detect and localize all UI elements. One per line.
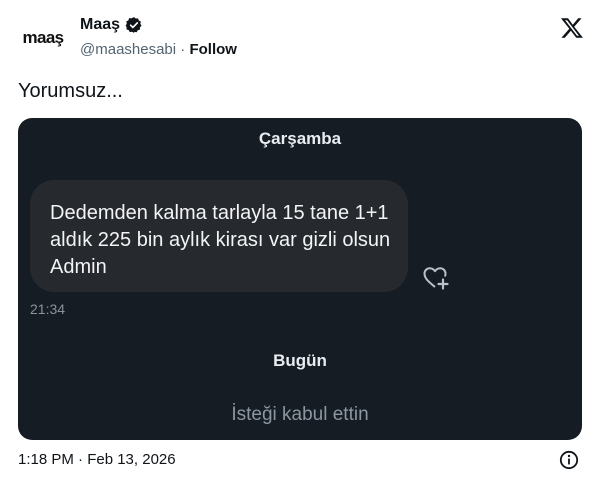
request-accepted-status: İsteği kabul ettin	[231, 404, 369, 425]
heart-plus-icon	[423, 267, 449, 290]
author-name-row: Maaş	[80, 16, 143, 34]
verified-badge-icon	[125, 17, 142, 33]
message-bubble: Dedemden kalma tarlayla 15 tane 1+1 aldı…	[30, 180, 408, 292]
message-text: Dedemden kalma tarlayla 15 tane 1+1 aldı…	[50, 202, 391, 278]
x-logo-icon[interactable]	[560, 16, 584, 40]
separator-dot: ·	[180, 41, 186, 58]
avatar[interactable]: maaş	[18, 16, 68, 60]
tweet-timestamp[interactable]: 1:18 PM · Feb 13, 2026	[18, 451, 176, 468]
tweet-text: Yorumsuz...	[18, 80, 123, 102]
day-label-today: Bugün	[273, 351, 327, 370]
author-handle-row: @maashesabi · Follow	[80, 41, 237, 58]
tweet-header: maaş Maaş @maashesabi · Follow	[18, 10, 588, 60]
chat-screenshot[interactable]: Çarşamba Dedemden kalma tarlayla 15 tane…	[18, 118, 582, 440]
follow-button[interactable]: Follow	[189, 41, 237, 58]
author-name[interactable]: Maaş	[80, 16, 120, 34]
info-icon[interactable]	[559, 450, 579, 470]
day-label-wednesday: Çarşamba	[258, 129, 342, 148]
message-time: 21:34	[30, 301, 66, 317]
author-handle[interactable]: @maashesabi	[80, 41, 176, 58]
avatar-logo-text: maaş	[22, 28, 64, 47]
